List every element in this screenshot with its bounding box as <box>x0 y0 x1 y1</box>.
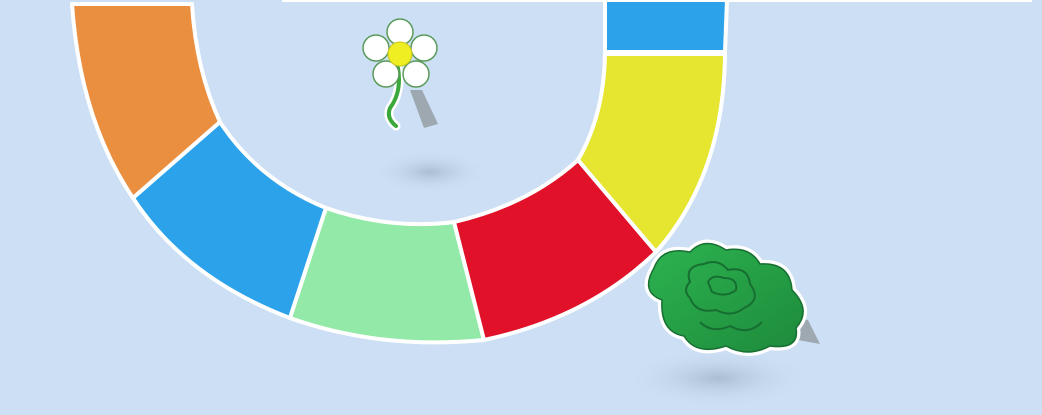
flower-shadow <box>372 150 488 194</box>
flower-piece[interactable] <box>362 18 488 194</box>
flower-stand <box>410 90 438 128</box>
game-board <box>70 0 1032 408</box>
bush-shadow <box>626 348 810 408</box>
track-space-blue-top[interactable] <box>603 0 729 54</box>
bush-standee-icon <box>644 239 807 356</box>
bush-piece[interactable] <box>626 239 820 408</box>
